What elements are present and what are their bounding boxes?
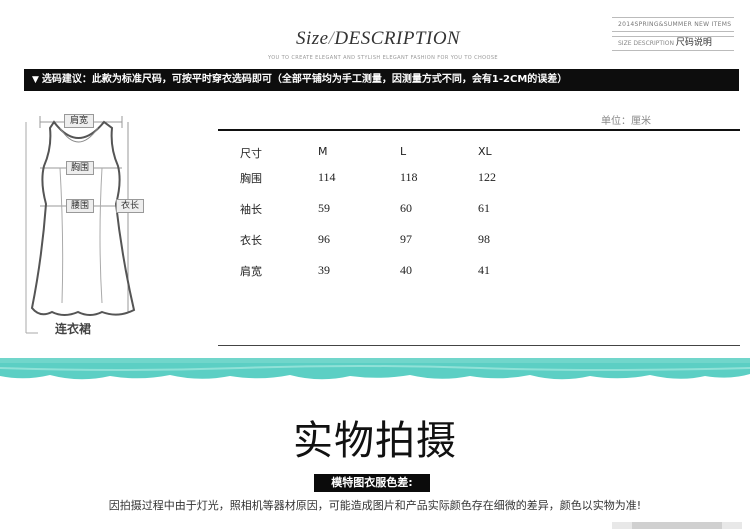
header-size: 尺寸 (240, 147, 262, 160)
length-label: 衣长 (116, 199, 144, 213)
season-tag-line1: 2014SPRING&SUMMER NEW ITEMS (612, 17, 734, 32)
photo-section-title: 实物拍摄 (293, 418, 457, 464)
decorative-fragment (612, 522, 742, 529)
teal-brush-divider (0, 358, 750, 380)
page-subtitle: YOU TO CREATE ELEGANT AND STYLISH ELEGAN… (268, 55, 498, 61)
cell-l: 118 (400, 170, 418, 184)
color-difference-note: 因拍摄过程中由于灯光，照相机等器材原因，可能造成图片和产品实际颜色存在细微的差异… (108, 499, 642, 512)
cell-xl: 61 (478, 201, 490, 215)
bust-label: 胸围 (66, 161, 94, 175)
season-tag-line2: SIZE DESCRIPTION 尺码说明 (612, 36, 734, 51)
table-row: 衣长 96 97 98 (240, 232, 540, 248)
cell-m: 96 (318, 232, 330, 246)
unit-label: 单位：厘米 (601, 116, 651, 127)
size-advice-text: 选码建议：此款为标准尺码，可按平时穿衣选码即可（全部平铺均为手工测量，因测量方式… (41, 74, 568, 85)
title-size: Size (296, 28, 329, 49)
dress-caption: 连衣裙 (55, 322, 92, 336)
shoulder-label: 肩宽 (64, 114, 94, 128)
page-title: Size/DESCRIPTION (296, 28, 460, 50)
color-difference-tag: 模特图衣服色差: (314, 474, 430, 492)
cell-l: 40 (400, 263, 412, 277)
table-row: 肩宽 39 40 41 (240, 263, 540, 279)
table-header-row: 尺寸 M L XL (240, 145, 540, 161)
table-row: 袖长 59 60 61 (240, 201, 540, 217)
row-label: 衣长 (240, 234, 262, 247)
cell-m: 114 (318, 170, 336, 184)
size-description-en: SIZE DESCRIPTION (618, 40, 674, 47)
cell-m: 59 (318, 201, 330, 215)
cell-m: 39 (318, 263, 330, 277)
cell-xl: 41 (478, 263, 490, 277)
table-row: 胸围 114 118 122 (240, 170, 540, 186)
title-description: DESCRIPTION (334, 28, 461, 49)
waist-label: 腰围 (66, 199, 94, 213)
table-bottom-rule (218, 345, 740, 346)
table-top-rule (218, 129, 740, 131)
season-tag: 2014SPRING&SUMMER NEW ITEMS SIZE DESCRIP… (612, 17, 734, 51)
row-label: 袖长 (240, 203, 262, 216)
dress-diagram: 肩宽 胸围 腰围 衣长 (18, 108, 158, 338)
header-m: M (318, 145, 328, 158)
header-xl: XL (478, 145, 492, 158)
size-advice-bar: ▼ 选码建议：此款为标准尺码，可按平时穿衣选码即可（全部平铺均为手工测量，因测量方… (24, 69, 739, 91)
cell-l: 60 (400, 201, 412, 215)
dress-outline-icon (25, 116, 136, 334)
size-description-cn: 尺码说明 (675, 38, 712, 48)
cell-xl: 122 (478, 170, 496, 184)
cell-xl: 98 (478, 232, 490, 246)
triangle-down-icon: ▼ (32, 75, 39, 85)
row-label: 肩宽 (240, 265, 262, 278)
row-label: 胸围 (240, 172, 262, 185)
header-l: L (400, 145, 407, 158)
cell-l: 97 (400, 232, 412, 246)
